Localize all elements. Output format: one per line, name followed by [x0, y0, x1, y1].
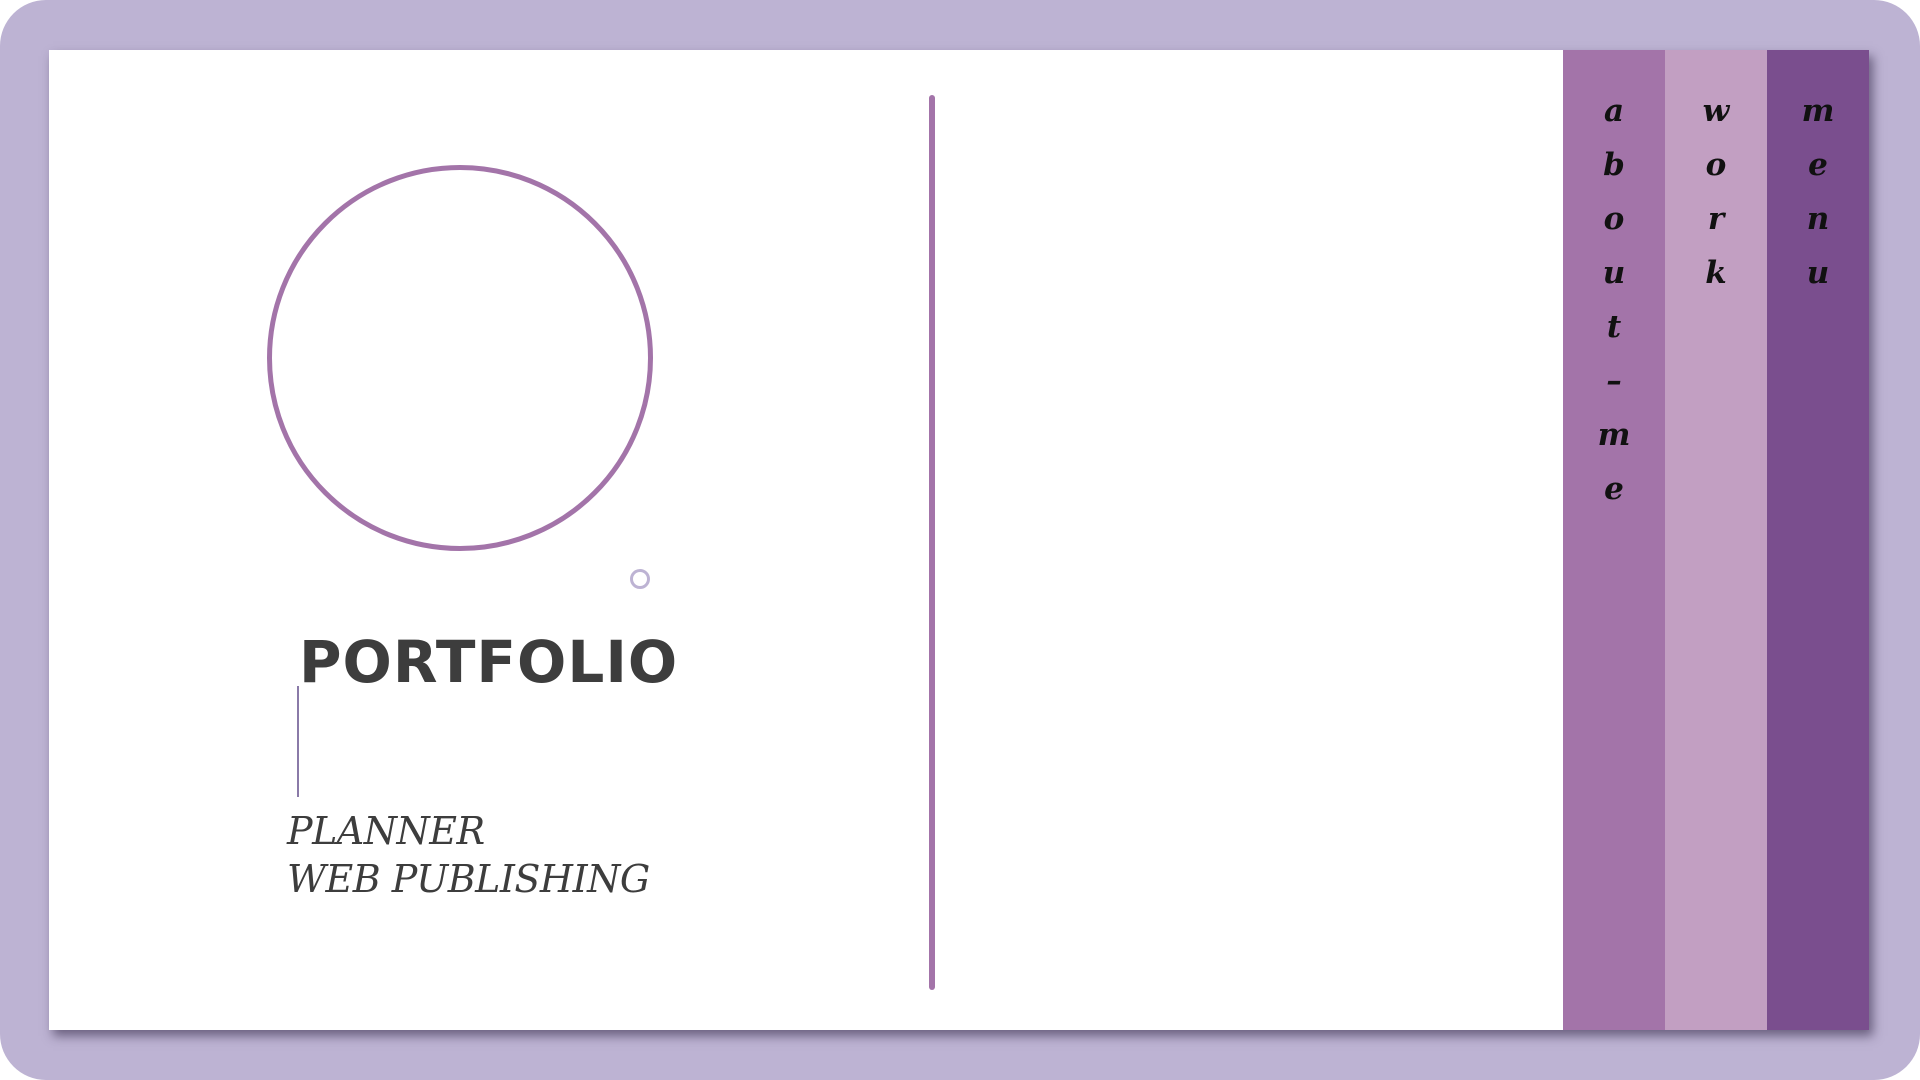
subtitle: PLANNER WEB PUBLISHING [287, 807, 650, 903]
vertical-divider [929, 95, 935, 990]
tab-label-work: w o r k [1702, 93, 1730, 291]
tab-menu[interactable]: m e n u [1767, 50, 1869, 1030]
subtitle-line-planner: PLANNER [287, 809, 485, 853]
tab-label-about-me: a b o u t – m e [1597, 93, 1631, 507]
slide-canvas: PORTFOLIO PLANNER WEB PUBLISHING a b o u… [49, 50, 1869, 1030]
slide-frame: PORTFOLIO PLANNER WEB PUBLISHING a b o u… [0, 0, 1920, 1080]
tab-about-me[interactable]: a b o u t – m e [1563, 50, 1665, 1030]
page-title: PORTFOLIO [299, 628, 679, 696]
accent-line [297, 686, 299, 797]
decorative-circle-icon [630, 569, 650, 589]
profile-photo-placeholder [267, 165, 653, 551]
side-tabs: a b o u t – m e w o r k m e n u [1563, 50, 1869, 1030]
tab-label-menu: m e n u [1801, 93, 1835, 291]
tab-work[interactable]: w o r k [1665, 50, 1767, 1030]
subtitle-line-web-publishing: WEB PUBLISHING [287, 857, 650, 901]
